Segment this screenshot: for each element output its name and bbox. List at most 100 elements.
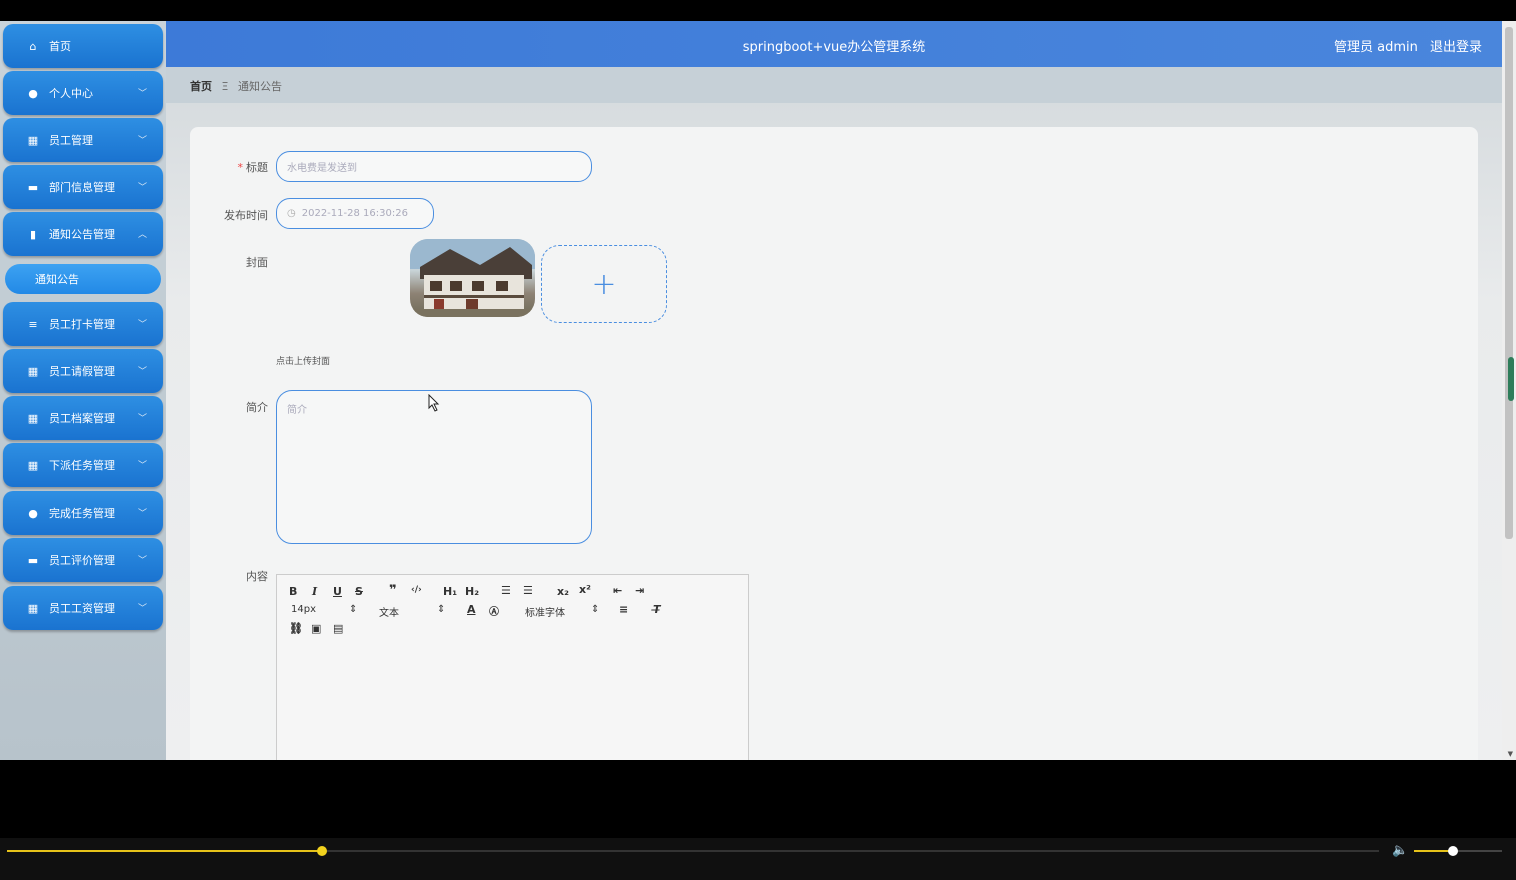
sidebar: ⌂ 首页 ● 个人中心 ﹀ ▦ 员工管理 ﹀ ▬ 部门信息管理 ﹀ ▮ 通知公告… <box>0 21 166 760</box>
sidebar-item-evaluation[interactable]: ▬ 员工评价管理 ﹀ <box>3 538 163 582</box>
h2-icon[interactable]: H₂ <box>465 585 479 598</box>
sidebar-item-archive[interactable]: ▦ 员工档案管理 ﹀ <box>3 396 163 440</box>
sidebar-item-staff[interactable]: ▦ 员工管理 ﹀ <box>3 118 163 162</box>
sidebar-item-label: 员工档案管理 <box>49 412 115 425</box>
bullet-list-icon[interactable]: ☰ <box>523 584 533 597</box>
chevron-down-icon: ﹀ <box>137 183 147 193</box>
bar-chart-icon: ▮ <box>29 227 37 241</box>
app-window: ⌂ 首页 ● 个人中心 ﹀ ▦ 员工管理 ﹀ ▬ 部门信息管理 ﹀ ▮ 通知公告… <box>0 21 1516 760</box>
outdent-icon[interactable]: ⇤ <box>613 584 622 597</box>
align-icon[interactable]: ≡ <box>619 603 628 616</box>
grid-icon: ▦ <box>27 411 39 425</box>
publish-time-input[interactable]: ◷ 2022-11-28 16:30:26 <box>276 198 434 229</box>
sidebar-item-label: 员工管理 <box>49 134 93 147</box>
clock-icon: ◷ <box>287 208 296 219</box>
user-label: 管理员 admin <box>1333 40 1418 55</box>
heading-chevron-icon: ⇕ <box>437 604 446 615</box>
background-color-icon[interactable]: Ⓐ <box>489 603 499 618</box>
indent-icon[interactable]: ⇥ <box>635 584 644 597</box>
scroll-down-arrow-icon[interactable]: ▼ <box>1508 750 1513 758</box>
vertical-scrollbar[interactable]: ▼ <box>1502 21 1516 760</box>
sidebar-item-notice-mgmt[interactable]: ▮ 通知公告管理 ︿ <box>3 212 163 256</box>
top-header: springboot+vue办公管理系统 管理员 admin 退出登录 <box>166 21 1502 67</box>
chevron-down-icon: ﹀ <box>137 461 147 471</box>
house-photo <box>410 239 535 317</box>
grid-icon: ▦ <box>27 133 39 147</box>
mouse-cursor-icon <box>428 394 440 412</box>
video-player-bar: 🔈 <box>0 838 1516 880</box>
h1-icon[interactable]: H₁ <box>443 585 457 598</box>
publish-time-value: 2022-11-28 16:30:26 <box>301 208 408 219</box>
title-label: * 标题 <box>237 161 269 174</box>
scroll-indicator <box>1508 357 1514 401</box>
link-icon[interactable]: ⛓ <box>289 622 303 635</box>
sidebar-item-attendance[interactable]: ≡ 员工打卡管理 ﹀ <box>3 302 163 346</box>
chevron-down-icon: ﹀ <box>137 414 147 424</box>
ordered-list-icon[interactable]: ☰ <box>501 584 511 597</box>
user-icon: ● <box>28 86 38 100</box>
clear-format-icon[interactable]: T̶ <box>653 603 661 616</box>
breadcrumb-home[interactable]: 首页 <box>190 80 212 93</box>
logout-link[interactable]: 退出登录 <box>1430 40 1482 55</box>
sidebar-item-label: 通知公告管理 <box>49 228 115 241</box>
video-icon[interactable]: ▤ <box>333 622 343 635</box>
volume-handle[interactable] <box>1448 846 1458 856</box>
grid-icon: ▦ <box>27 601 39 615</box>
title-input[interactable]: 水电费是发送到 <box>276 151 592 182</box>
sidebar-item-label: 首页 <box>49 40 71 53</box>
sidebar-item-profile[interactable]: ● 个人中心 ﹀ <box>3 71 163 115</box>
font-size-chevron-icon: ⇕ <box>349 604 358 615</box>
scrollbar-thumb[interactable] <box>1505 27 1513 539</box>
chat-icon: ▬ <box>27 553 39 567</box>
app-title: springboot+vue办公管理系统 <box>742 40 926 55</box>
sidebar-item-department[interactable]: ▬ 部门信息管理 ﹀ <box>3 165 163 209</box>
grid-icon: ▦ <box>27 458 39 472</box>
sidebar-subitem-notice[interactable]: 通知公告 <box>5 264 161 294</box>
superscript-icon[interactable]: x² <box>579 583 591 596</box>
quote-icon[interactable]: ❞ <box>389 583 397 598</box>
bold-icon[interactable]: B <box>289 585 297 598</box>
monitor-icon: ▬ <box>27 180 39 194</box>
sidebar-item-label: 员工评价管理 <box>49 554 115 567</box>
italic-icon[interactable]: I <box>312 585 317 598</box>
subscript-icon[interactable]: x₂ <box>557 585 569 598</box>
intro-label: 简介 <box>246 401 268 414</box>
upload-cover-button[interactable]: + <box>541 245 667 323</box>
strike-icon[interactable]: S <box>355 585 363 598</box>
user-area: 管理员 admin 退出登录 <box>1326 36 1482 55</box>
sidebar-item-label: 员工请假管理 <box>49 365 115 378</box>
breadcrumb: 首页 Ξ 通知公告 <box>166 67 1502 103</box>
chevron-down-icon: ﹀ <box>137 367 147 377</box>
chevron-down-icon: ﹀ <box>137 604 147 614</box>
font-color-icon[interactable]: A <box>467 603 476 616</box>
rich-text-editor[interactable] <box>276 645 749 760</box>
heading-select[interactable]: 文本 <box>379 604 399 619</box>
font-family-select[interactable]: 标准字体 <box>525 604 565 619</box>
sidebar-item-assign-task[interactable]: ▦ 下派任务管理 ﹀ <box>3 443 163 487</box>
sidebar-item-label: 完成任务管理 <box>49 507 115 520</box>
sidebar-item-label: 部门信息管理 <box>49 181 115 194</box>
sidebar-item-leave[interactable]: ▦ 员工请假管理 ﹀ <box>3 349 163 393</box>
sidebar-item-salary[interactable]: ▦ 员工工资管理 ﹀ <box>3 586 163 630</box>
sidebar-item-home[interactable]: ⌂ 首页 <box>3 24 163 68</box>
breadcrumb-current: 通知公告 <box>237 80 282 93</box>
bulb-icon: ● <box>28 506 38 520</box>
seek-handle[interactable] <box>317 846 327 856</box>
intro-textarea[interactable]: 简介 <box>276 390 592 544</box>
font-size-select[interactable]: 14px <box>291 604 316 615</box>
sidebar-item-label: 员工工资管理 <box>49 602 115 615</box>
home-icon: ⌂ <box>29 39 37 53</box>
content-label: 内容 <box>246 570 268 583</box>
code-icon[interactable]: ‹/› <box>411 585 422 595</box>
sidebar-item-label: 个人中心 <box>49 87 93 100</box>
chevron-down-icon: ﹀ <box>137 509 147 519</box>
volume-icon[interactable]: 🔈 <box>1392 843 1408 858</box>
underline-icon[interactable]: U <box>333 585 342 598</box>
sidebar-subitem-label: 通知公告 <box>35 273 79 286</box>
image-icon[interactable]: ▣ <box>311 622 321 635</box>
font-family-chevron-icon: ⇕ <box>591 604 600 615</box>
sidebar-item-complete-task[interactable]: ● 完成任务管理 ﹀ <box>3 491 163 535</box>
seek-progress <box>7 850 322 852</box>
cover-image[interactable] <box>410 239 535 317</box>
cover-label: 封面 <box>246 256 268 269</box>
